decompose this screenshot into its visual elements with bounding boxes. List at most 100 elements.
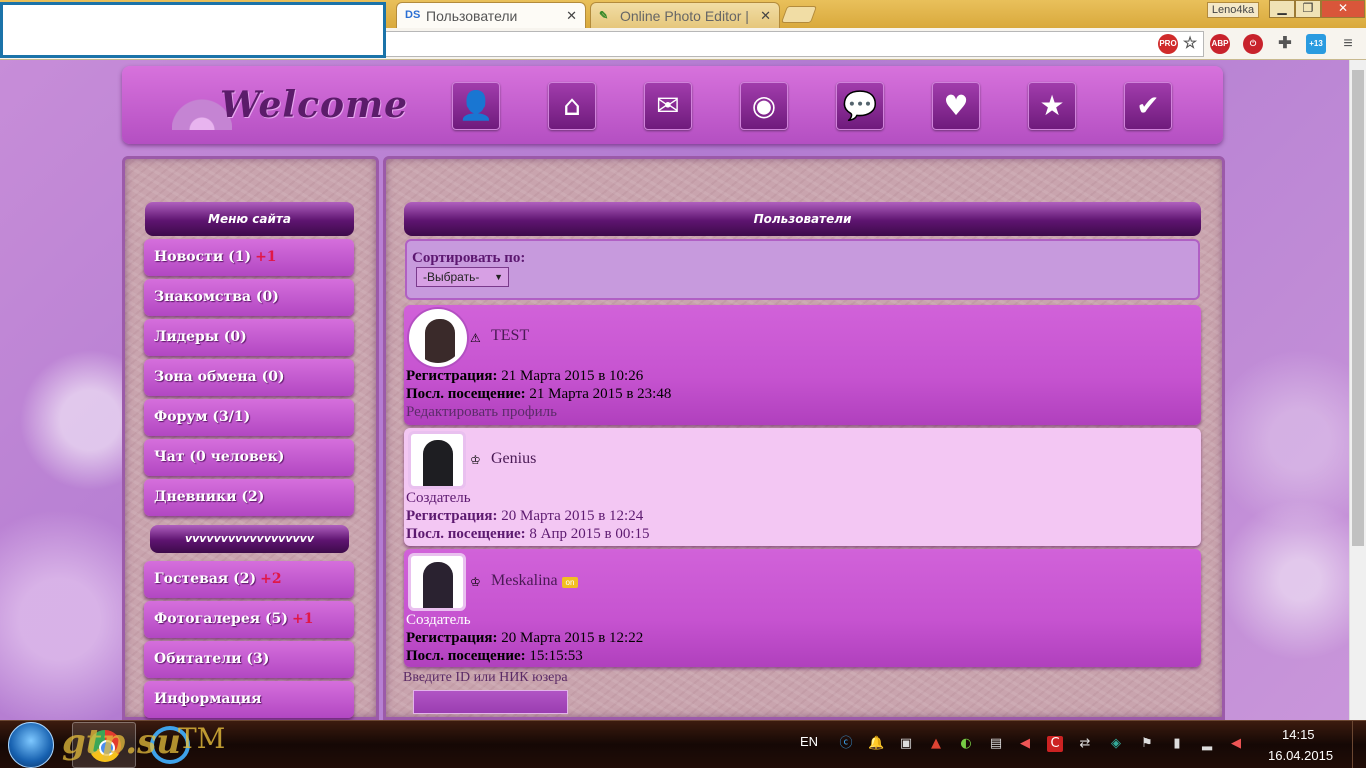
menu-icon[interactable]: ≡ [1338,34,1358,54]
sidebar-item-diaries[interactable]: Дневники (2) [144,479,354,516]
clock-time[interactable]: 14:15 [1282,727,1315,742]
checkmark-icon[interactable]: ✔ [1124,82,1172,130]
site-logo[interactable]: Welcome [220,84,408,126]
bookmark-star-icon[interactable]: ☆ [1180,34,1200,54]
online-badge: on [562,577,578,588]
sidebar-item-chat[interactable]: Чат (0 человек) [144,439,354,476]
sidebar-item-dating[interactable]: Знакомства (0) [144,279,354,316]
avatar-image [425,319,455,363]
registration-label: Регистрация: [406,508,498,524]
edit-profile-link[interactable]: Редактировать профиль [406,404,557,421]
sync-icon[interactable]: ◈ [1108,736,1124,752]
close-tab-icon[interactable]: ✕ [566,8,577,24]
sidebar-item-label: Информация [154,691,262,707]
adblock-icon[interactable]: ABP [1210,34,1230,54]
user-role: Создатель [406,612,471,628]
ie-tray-icon[interactable]: ⓒ [838,736,854,752]
sidebar-item-label: Чат (0 человек) [154,449,285,465]
pro-extension-icon[interactable]: PRO [1158,34,1178,54]
minimize-button[interactable]: ▁ [1269,0,1295,18]
monitor-icon[interactable]: ▣ [898,736,914,752]
chat-icon[interactable]: 💬 [836,82,884,130]
maximize-button[interactable]: ❐ [1295,0,1321,18]
last-visit-line: Посл. посещение: 21 Марта 2015 в 23:48 [406,386,671,403]
battery-icon[interactable]: ▮ [1169,736,1185,752]
sidebar-item-label: Лидеры (0) [154,329,247,345]
registration-label: Регистрация: [406,630,498,646]
sort-box [405,239,1200,300]
rss-icon[interactable]: ◉ [740,82,788,130]
user-name[interactable]: Genius [491,450,536,468]
watermark-tm: TM [178,722,226,755]
address-bar[interactable] [386,31,1204,57]
clipboard-icon[interactable]: ▤ [988,736,1004,752]
user-name[interactable]: Meskalina [491,572,558,590]
sort-select[interactable]: -Выбрать- ▼ [416,267,509,287]
last-visit-line: Посл. посещение: 8 Апр 2015 в 00:15 [406,526,650,543]
speaker-tray-icon[interactable]: ◀ [1017,736,1033,752]
registration-date: 20 Марта 2015 в 12:22 [501,630,644,646]
tab-label: Пользователи [426,7,518,24]
last-visit-date: 8 Апр 2015 в 00:15 [529,526,650,542]
start-button[interactable] [8,722,54,768]
notifications-icon[interactable]: +13 [1306,34,1326,54]
search-label: Введите ID или НИК юзера [403,670,568,685]
sidebar-item-residents[interactable]: Обитатели (3) [144,641,354,678]
registration-line: Регистрация: 20 Марта 2015 в 12:24 [406,508,643,525]
clock-date[interactable]: 16.04.2015 [1268,748,1333,763]
sidebar-item-exchange[interactable]: Зона обмена (0) [144,359,354,396]
profile-badge[interactable]: Leno4ka [1207,2,1259,18]
rank-icon: ♔ [470,453,481,467]
sidebar-item-label: Зона обмена (0) [154,369,285,385]
sort-label: Сортировать по: [412,250,526,266]
last-visit-label: Посл. посещение: [406,386,526,402]
tab-users[interactable]: DS Пользователи ✕ [396,2,586,28]
sidebar-item-news[interactable]: Новости (1) +1 [144,239,354,276]
sidebar-item-label: Знакомства (0) [154,289,279,305]
ccleaner-icon[interactable]: C [1047,736,1063,752]
user-search-input[interactable] [413,690,568,714]
globe-icon[interactable]: ◐ [958,736,974,752]
watermark: gtp.su [62,722,181,762]
bell-icon[interactable]: 🔔 [868,736,884,752]
last-visit-label: Посл. посещение: [406,648,526,664]
registration-date: 20 Марта 2015 в 12:24 [501,508,644,524]
sidebar-item-label: Гостевая (2) [154,571,257,587]
last-visit-date: 15:15:53 [529,648,583,664]
signal-icon[interactable]: ▂ [1199,736,1215,752]
window-overlay-box [0,2,386,58]
tab-label: Online Photo Editor | [620,7,749,24]
puzzle-icon[interactable]: ✚ [1275,34,1295,54]
new-tab-button[interactable] [780,6,818,23]
scroll-thumb[interactable] [1352,70,1364,546]
volume-muted-icon[interactable]: ◀ [1228,736,1244,752]
language-indicator[interactable]: EN [800,734,818,749]
sidebar-item-info[interactable]: Информация [144,681,354,718]
heart-icon[interactable]: ♥ [932,82,980,130]
show-desktop-button[interactable] [1352,721,1366,768]
new-count-badge: +1 [255,249,277,265]
avatar[interactable] [409,309,467,367]
power-icon[interactable]: ⏻ [1243,34,1263,54]
user-icon[interactable]: 👤 [452,82,500,130]
star-icon[interactable]: ★ [1028,82,1076,130]
mail-icon[interactable]: ✉ [644,82,692,130]
sidebar-item-gallery[interactable]: Фотогалерея (5) +1 [144,601,354,638]
home-icon[interactable]: ⌂ [548,82,596,130]
sidebar-item-guestbook[interactable]: Гостевая (2) +2 [144,561,354,598]
chart-tray-icon[interactable]: ▲ [928,736,944,752]
last-visit-label: Посл. посещение: [406,526,526,542]
tab-photo-editor[interactable]: ✎ Online Photo Editor | ✕ [590,2,780,28]
network-icon[interactable]: ⇄ [1077,736,1093,752]
sidebar-item-leaders[interactable]: Лидеры (0) [144,319,354,356]
sidebar-item-label: Обитатели (3) [154,651,270,667]
sidebar-item-forum[interactable]: Форум (3/1) [144,399,354,436]
avatar[interactable] [408,553,466,611]
avatar[interactable] [408,431,466,489]
rank-icon: ⚠ [470,331,481,345]
close-tab-icon[interactable]: ✕ [760,8,771,24]
page-scrollbar[interactable] [1349,60,1366,720]
close-window-button[interactable]: ✕ [1321,0,1365,18]
user-name[interactable]: TEST [491,327,529,345]
flag-icon[interactable]: ⚑ [1139,736,1155,752]
